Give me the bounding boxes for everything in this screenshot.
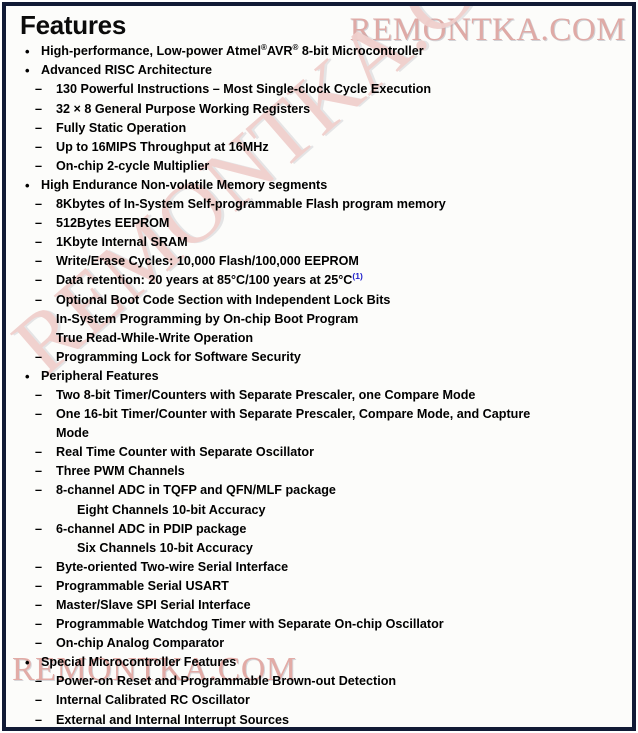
page-title: Features — [20, 10, 126, 40]
list-item: Write/Erase Cycles: 10,000 Flash/100,000… — [35, 252, 624, 271]
feature-bullet-text: Special Microcontroller Features — [41, 655, 237, 670]
list-item: 512Bytes EEPROM — [35, 214, 624, 233]
timer-text: One 16-bit Timer/Counter with Separate P… — [56, 407, 531, 422]
microcontroller-text: 8-bit Microcontroller — [298, 44, 424, 59]
list-item: Up to 16MIPS Throughput at 16MHz — [35, 138, 624, 157]
feature-bullet-peripheral: Peripheral Features — [22, 367, 624, 386]
footnote-marker: (1) — [352, 271, 363, 282]
list-item: Internal Calibrated RC Oscillator — [35, 691, 624, 710]
feature-bullet-special: Special Microcontroller Features — [22, 653, 624, 672]
feature-bullet-microcontroller: High-performance, Low-power Atmel®AVR® 8… — [22, 42, 624, 61]
list-item: 8Kbytes of In-System Self-programmable F… — [35, 195, 624, 214]
atmel-text: High-performance, Low-power Atmel — [41, 44, 261, 59]
document-page: REMONTKA.COM REMONTKA.COM REMONTKA.COM F… — [0, 0, 638, 733]
data-retention-text: Data retention: 20 years at 85°C/100 yea… — [56, 273, 353, 288]
adc-6ch-text: 6-channel ADC in PDIP package — [56, 521, 247, 536]
list-item: 32 × 8 General Purpose Working Registers — [35, 100, 624, 119]
adc-8ch-text: 8-channel ADC in TQFP and QFN/MLF packag… — [56, 483, 336, 498]
feature-bullet-risc: Advanced RISC Architecture — [22, 61, 624, 80]
list-item: Programmable Serial USART — [35, 577, 624, 596]
feature-bullet-memory: High Endurance Non-volatile Memory segme… — [22, 176, 624, 195]
adc-8ch-accuracy: Eight Channels 10-bit Accuracy — [77, 502, 266, 517]
feature-bullet-text: Peripheral Features — [41, 368, 159, 383]
risc-sublist: 130 Powerful Instructions – Most Single-… — [14, 80, 624, 176]
list-item: Master/Slave SPI Serial Interface — [35, 596, 624, 615]
list-item: On-chip 2-cycle Multiplier — [35, 157, 624, 176]
feature-bullet-text: High-performance, Low-power Atmel®AVR® 8… — [41, 42, 624, 61]
list-item: Real Time Counter with Separate Oscillat… — [35, 443, 624, 462]
list-item: Byte-oriented Two-wire Serial Interface — [35, 558, 624, 577]
adc-6ch-accuracy: Six Channels 10-bit Accuracy — [77, 540, 253, 555]
list-item-adc-8ch: 8-channel ADC in TQFP and QFN/MLF packag… — [35, 481, 624, 519]
list-item-boot-code: Optional Boot Code Section with Independ… — [35, 291, 624, 348]
boot-code-continuation-1: In-System Programming by On-chip Boot Pr… — [56, 311, 359, 326]
list-item: 1Kbyte Internal SRAM — [35, 233, 624, 252]
list-item-data-retention: Data retention: 20 years at 85°C/100 yea… — [35, 271, 624, 290]
list-item-16bit-timer: One 16-bit Timer/Counter with Separate P… — [35, 405, 624, 443]
list-item: Programming Lock for Software Security — [35, 348, 624, 367]
peripheral-sublist: Two 8-bit Timer/Counters with Separate P… — [14, 386, 624, 653]
special-sublist: Power-on Reset and Programmable Brown-ou… — [14, 672, 624, 731]
list-item-adc-6ch: 6-channel ADC in PDIP package Six Channe… — [35, 520, 624, 558]
avr-text: AVR — [266, 44, 293, 59]
list-item: Two 8-bit Timer/Counters with Separate P… — [35, 386, 624, 405]
list-item: On-chip Analog Comparator — [35, 634, 624, 653]
list-item: External and Internal Interrupt Sources — [35, 711, 624, 727]
memory-sublist: 8Kbytes of In-System Self-programmable F… — [14, 195, 624, 367]
document-content: Features High-performance, Low-power Atm… — [6, 6, 632, 727]
list-item: Programmable Watchdog Timer with Separat… — [35, 615, 624, 634]
list-item-sleep-modes: Five Sleep Modes: Idle, ADC Noise Reduct… — [35, 730, 624, 731]
list-item: 130 Powerful Instructions – Most Single-… — [35, 80, 624, 99]
boot-code-text: Optional Boot Code Section with Independ… — [56, 292, 391, 307]
boot-code-continuation-2: True Read-While-Write Operation — [56, 330, 254, 345]
document-frame: REMONTKA.COM REMONTKA.COM REMONTKA.COM F… — [2, 2, 636, 731]
timer-continuation: Mode — [56, 426, 89, 441]
feature-bullet-text: High Endurance Non-volatile Memory segme… — [41, 177, 328, 192]
features-list: High-performance, Low-power Atmel®AVR® 8… — [14, 42, 624, 731]
list-item: Fully Static Operation — [35, 119, 624, 138]
list-item: Three PWM Channels — [35, 462, 624, 481]
list-item: Power-on Reset and Programmable Brown-ou… — [35, 672, 624, 691]
feature-bullet-text: Advanced RISC Architecture — [41, 63, 212, 78]
